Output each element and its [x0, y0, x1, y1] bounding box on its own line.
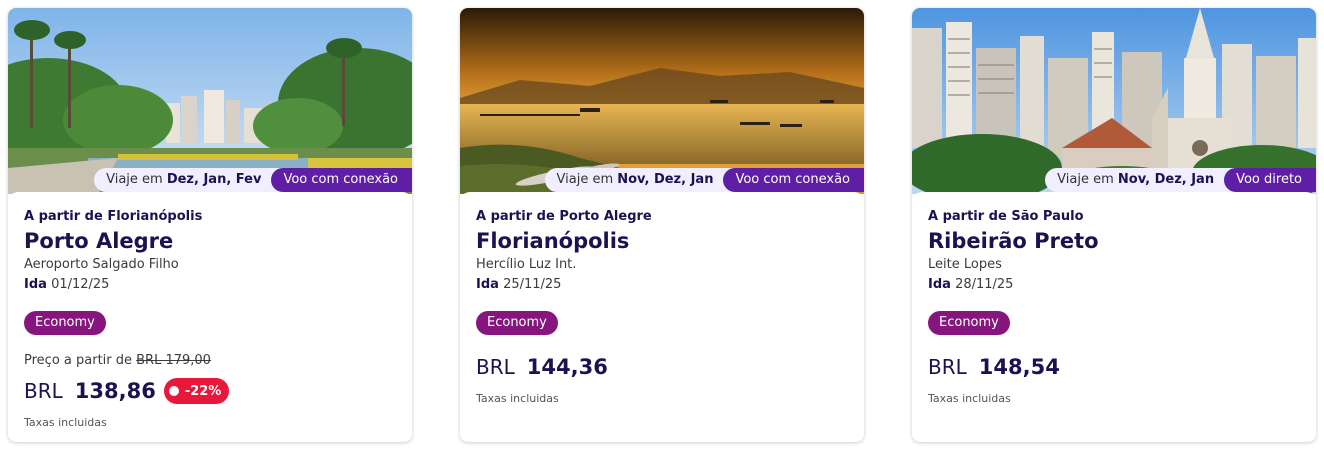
destination-airport: Leite Lopes: [928, 257, 1002, 272]
flight-offer-card-ribeirao-preto[interactable]: Viaje em Nov, Dez, Jan Voo direto A part…: [912, 8, 1316, 442]
taxes-note: Taxas incluidas: [24, 416, 107, 429]
travel-period: Viaje em Dez, Jan, Fev: [94, 168, 286, 192]
destination-airport: Hercílio Luz Int.: [476, 257, 577, 272]
destination-photo-florianopolis: [460, 8, 864, 194]
flight-badges: Viaje em Nov, Dez, Jan Voo com conexão: [544, 168, 864, 192]
price-amount: 138,86: [74, 379, 156, 403]
departure-date: Ida 28/11/25: [928, 277, 1014, 292]
taxes-note: Taxas incluidas: [928, 392, 1011, 405]
discount-tag-icon: [168, 386, 179, 396]
cabin-class-badge: Economy: [476, 311, 558, 335]
price-row: BRL 148,54: [928, 353, 1300, 381]
taxes-note: Taxas incluidas: [476, 392, 559, 405]
card-body: A partir de Porto Alegre Florianópolis H…: [460, 192, 864, 442]
price-amount: 148,54: [978, 355, 1060, 379]
from-price-label: Preço a partir de BRL 179,00: [24, 353, 211, 368]
departure-date: Ida 25/11/25: [476, 277, 562, 292]
flight-offer-card-florianopolis[interactable]: Viaje em Nov, Dez, Jan Voo com conexão A…: [460, 8, 864, 442]
travel-period: Viaje em Nov, Dez, Jan: [544, 168, 738, 192]
connection-type-badge: Voo direto: [1224, 168, 1316, 192]
destination-city: Florianópolis: [476, 229, 630, 253]
flight-offer-card-porto-alegre[interactable]: Viaje em Dez, Jan, Fev Voo com conexão A…: [8, 8, 412, 442]
origin-label: A partir de Porto Alegre: [476, 209, 652, 224]
currency: BRL: [928, 355, 967, 379]
cabin-class-badge: Economy: [24, 311, 106, 335]
destination-airport: Aeroporto Salgado Filho: [24, 257, 179, 272]
destination-city: Ribeirão Preto: [928, 229, 1099, 253]
destination-city: Porto Alegre: [24, 229, 174, 253]
discount-badge: -22%: [163, 378, 230, 404]
origin-label: A partir de São Paulo: [928, 209, 1084, 224]
card-body: A partir de São Paulo Ribeirão Preto Lei…: [912, 192, 1316, 442]
connection-type-badge: Voo com conexão: [723, 168, 864, 192]
origin-label: A partir de Florianópolis: [24, 209, 203, 224]
price-amount: 144,36: [526, 355, 608, 379]
currency: BRL: [24, 379, 63, 403]
flight-badges: Viaje em Dez, Jan, Fev Voo com conexão: [94, 168, 412, 192]
currency: BRL: [476, 355, 515, 379]
price-row: BRL 138,86 -22%: [24, 377, 396, 405]
flight-badges: Viaje em Nov, Dez, Jan Voo direto: [1045, 168, 1316, 192]
travel-period: Viaje em Nov, Dez, Jan: [1045, 168, 1239, 192]
departure-date: Ida 01/12/25: [24, 277, 110, 292]
destination-photo-ribeirao-preto: [912, 8, 1316, 194]
cabin-class-badge: Economy: [928, 311, 1010, 335]
destination-photo-porto-alegre: [8, 8, 412, 194]
price-row: BRL 144,36: [476, 353, 848, 381]
card-body: A partir de Florianópolis Porto Alegre A…: [8, 192, 412, 442]
old-price: BRL 179,00: [136, 353, 211, 368]
connection-type-badge: Voo com conexão: [271, 168, 412, 192]
